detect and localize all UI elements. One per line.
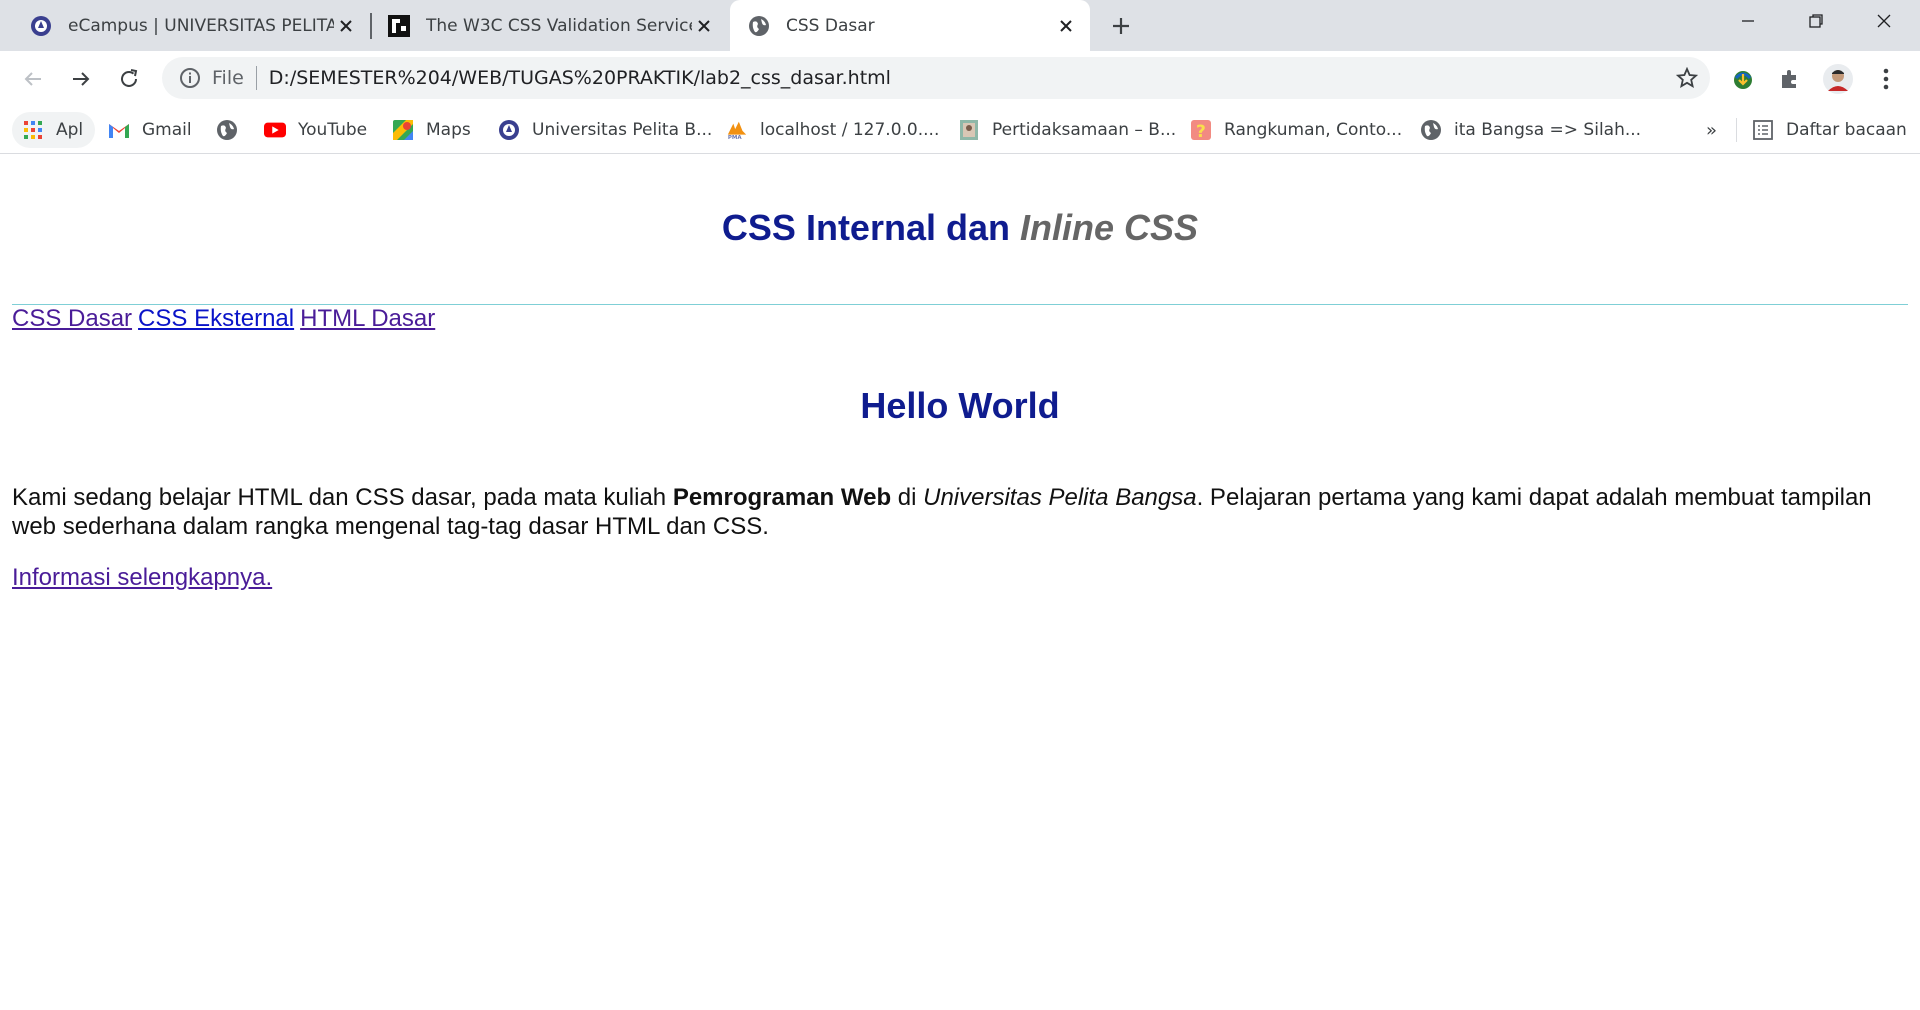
bookmark-youtube[interactable]: YouTube xyxy=(264,112,367,148)
site-info-icon[interactable] xyxy=(178,66,202,90)
tab-title: The W3C CSS Validation Service xyxy=(426,15,692,36)
bookmark-apps[interactable]: Apl xyxy=(12,112,96,148)
bookmark-localhost[interactable]: PMA localhost / 127.0.0.... xyxy=(726,112,939,148)
bookmark-pertidaksamaan[interactable]: Pertidaksamaan – B... xyxy=(958,112,1176,148)
paragraph-text-1: Kami sedang belajar HTML dan CSS dasar, … xyxy=(12,484,673,511)
bookmark-label: localhost / 127.0.0.... xyxy=(760,120,940,140)
maps-icon xyxy=(392,119,414,141)
svg-text:PMA: PMA xyxy=(728,135,743,141)
tab-title: eCampus | UNIVERSITAS PELITA BANGSA xyxy=(68,15,334,36)
bookmark-universitas[interactable]: Universitas Pelita B... xyxy=(498,112,712,148)
globe-icon xyxy=(1420,119,1442,141)
bookmark-label: Rangkuman, Conto... xyxy=(1224,120,1403,140)
bookmark-gmail[interactable]: Gmail xyxy=(108,112,192,148)
university-logo-icon xyxy=(498,119,520,141)
bookmark-globe[interactable] xyxy=(216,112,250,148)
svg-text:?: ? xyxy=(1196,122,1206,141)
paragraph-text-2: di xyxy=(891,484,924,511)
tab-ecampus[interactable]: eCampus | UNIVERSITAS PELITA BANGSA xyxy=(0,0,370,51)
address-bar[interactable]: File D:/SEMESTER%204/WEB/TUGAS%20PRAKTIK… xyxy=(162,57,1710,99)
bookmarks-overflow-button[interactable]: » xyxy=(1706,112,1717,148)
bookmark-label: ita Bangsa => Silah... xyxy=(1454,120,1642,140)
close-tab-icon[interactable] xyxy=(334,14,358,38)
url-text[interactable]: D:/SEMESTER%204/WEB/TUGAS%20PRAKTIK/lab2… xyxy=(269,67,891,89)
page-title-main: CSS Internal dan xyxy=(721,207,1010,248)
bookmark-label: Maps xyxy=(426,120,471,140)
url-divider xyxy=(255,66,257,90)
document-thumbnail-icon xyxy=(958,119,980,141)
browser-toolbar: File D:/SEMESTER%204/WEB/TUGAS%20PRAKTIK… xyxy=(0,51,1920,106)
profile-avatar[interactable] xyxy=(1822,63,1854,95)
paragraph-italic: Universitas Pelita Bangsa xyxy=(923,484,1197,511)
gmail-icon xyxy=(108,119,130,141)
bookmarks-bar: Apl Gmail YouTube Maps Universitas Pelit… xyxy=(0,106,1920,154)
youtube-icon xyxy=(264,119,286,141)
close-window-button[interactable] xyxy=(1850,0,1918,42)
close-tab-icon[interactable] xyxy=(1054,14,1078,38)
minimize-button[interactable] xyxy=(1714,0,1782,42)
new-tab-button[interactable] xyxy=(1105,10,1137,42)
page-title-tail: CSS xyxy=(1124,207,1199,248)
more-info-link[interactable]: Informasi selengkapnya. xyxy=(12,564,272,592)
bookmarks-separator xyxy=(1736,118,1737,142)
chevron-double-right-icon: » xyxy=(1706,119,1718,141)
globe-icon xyxy=(748,15,770,37)
nav-link-html-dasar[interactable]: HTML Dasar xyxy=(300,305,435,332)
bookmark-label: Pertidaksamaan – B... xyxy=(992,120,1177,140)
nav-links: CSS Dasar CSS Eksternal HTML Dasar xyxy=(12,305,441,333)
reload-button[interactable] xyxy=(112,62,146,96)
bookmark-ita-bangsa[interactable]: ita Bangsa => Silah... xyxy=(1420,112,1641,148)
nav-link-css-eksternal[interactable]: CSS Eksternal xyxy=(138,305,294,332)
back-button[interactable] xyxy=(16,62,50,96)
hello-heading: Hello World xyxy=(860,385,1060,426)
more-menu-icon[interactable] xyxy=(1870,63,1902,95)
reading-list-button[interactable]: Daftar bacaan xyxy=(1752,112,1907,148)
bookmark-maps[interactable]: Maps xyxy=(392,112,471,148)
url-scheme-label: File xyxy=(212,67,244,89)
tab-title: CSS Dasar xyxy=(786,15,875,36)
university-logo-icon xyxy=(30,15,52,37)
forward-button[interactable] xyxy=(64,62,98,96)
back-arrow-icon xyxy=(24,72,41,86)
tab-strip: eCampus | UNIVERSITAS PELITA BANGSA The … xyxy=(0,0,1920,51)
w3c-icon xyxy=(388,14,410,37)
bookmark-label: Apl xyxy=(56,120,84,140)
reading-list-label: Daftar bacaan xyxy=(1786,120,1907,140)
restore-button[interactable] xyxy=(1782,0,1850,42)
phpmyadmin-icon: PMA xyxy=(726,119,748,141)
question-mark-icon: ? xyxy=(1190,119,1212,141)
globe-icon xyxy=(216,119,238,141)
page-title: CSS Internal dan Inline CSS xyxy=(0,207,1920,249)
extensions-puzzle-icon[interactable] xyxy=(1774,63,1806,95)
page-title-inline: Inline CSS xyxy=(1020,207,1198,248)
reading-list-icon xyxy=(1752,119,1774,141)
nav-link-css-dasar[interactable]: CSS Dasar xyxy=(12,305,132,332)
apps-grid-icon xyxy=(22,119,44,141)
download-manager-icon[interactable] xyxy=(1727,63,1759,95)
forward-arrow-icon xyxy=(73,72,90,86)
close-tab-icon[interactable] xyxy=(692,14,716,38)
bookmark-rangkuman[interactable]: ? Rangkuman, Conto... xyxy=(1190,112,1402,148)
tab-css-dasar[interactable]: CSS Dasar xyxy=(730,0,1090,51)
intro-paragraph: Kami sedang belajar HTML dan CSS dasar, … xyxy=(12,483,1908,541)
bookmark-label: YouTube xyxy=(298,120,368,140)
bookmark-label: Gmail xyxy=(142,120,192,140)
reload-icon xyxy=(121,69,138,87)
paragraph-bold: Pemrograman Web xyxy=(672,484,892,511)
bookmark-star-icon[interactable] xyxy=(1674,65,1700,91)
bookmark-label: Universitas Pelita B... xyxy=(532,120,713,140)
page-content: CSS Internal dan Inline CSS CSS Dasar CSS… xyxy=(0,155,1920,1010)
page-title-italic: Inline xyxy=(1020,207,1115,248)
tab-w3c-validator[interactable]: The W3C CSS Validation Service xyxy=(372,0,728,51)
